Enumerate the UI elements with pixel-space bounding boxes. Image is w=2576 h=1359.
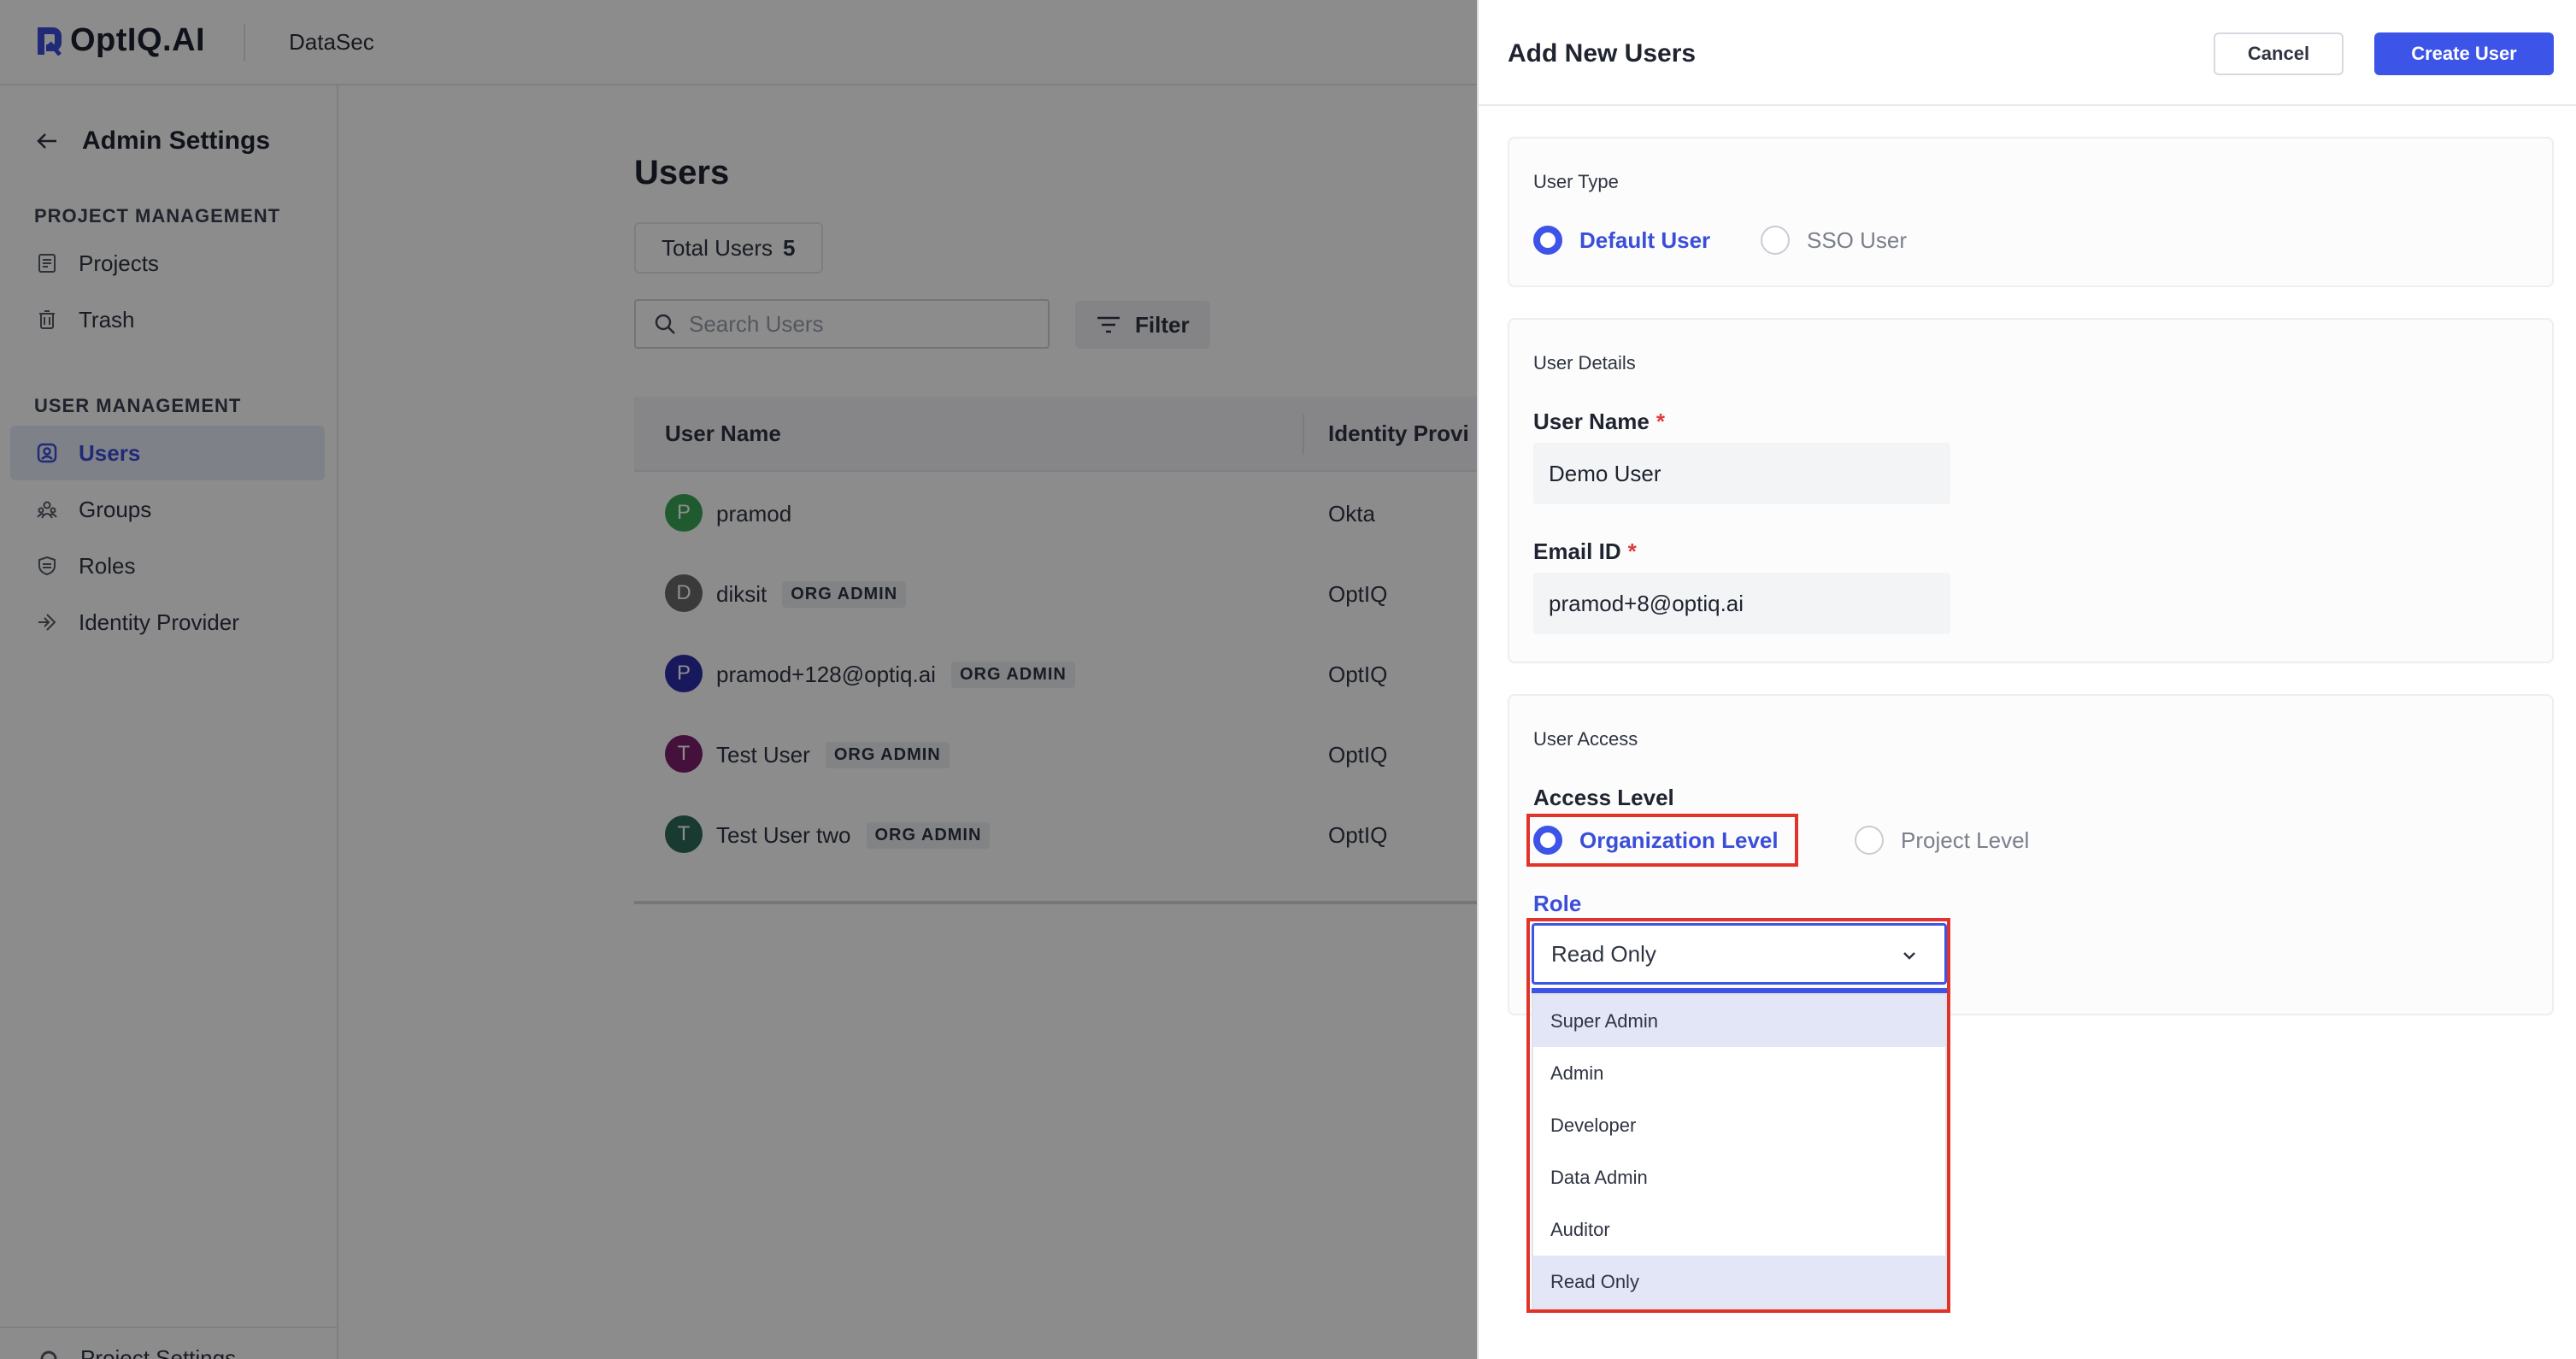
drawer-title: Add New Users [1508,39,1697,68]
required-mark: * [1656,409,1665,434]
user-access-label: User Access [1533,728,1638,750]
user-details-card: User Details User Name* Email ID* [1508,318,2554,663]
user-details-label: User Details [1533,352,1636,374]
required-mark: * [1627,538,1637,564]
radio-default-user[interactable]: Default User [1533,226,1710,255]
cancel-button[interactable]: Cancel [2214,32,2344,75]
highlight-outline [1526,918,1950,1313]
user-type-card: User Type Default User SSO User [1508,137,2554,287]
username-label-text: User Name [1533,409,1650,434]
access-level-label: Access Level [1533,785,1674,810]
role-label: Role [1533,891,1582,916]
radio-unselected-icon [1855,826,1884,855]
drawer-header: Add New Users Cancel Create User [1479,0,2576,106]
radio-project-level[interactable]: Project Level [1855,826,2029,855]
radio-label: SSO User [1807,226,1908,253]
create-user-button[interactable]: Create User [2374,32,2554,75]
radio-label: Default User [1579,226,1711,253]
email-label: Email ID * [1533,538,1637,565]
email-field[interactable] [1533,573,1950,634]
radio-label: Project Level [1901,827,2030,853]
username-field[interactable] [1533,443,1950,504]
user-type-label: User Type [1533,171,1619,192]
email-label-text: Email ID [1533,538,1621,564]
radio-sso-user[interactable]: SSO User [1761,226,1907,255]
radio-selected-icon [1533,226,1562,255]
highlight-outline [1526,814,1798,867]
radio-unselected-icon [1761,226,1790,255]
username-label: User Name * [1533,409,1665,435]
